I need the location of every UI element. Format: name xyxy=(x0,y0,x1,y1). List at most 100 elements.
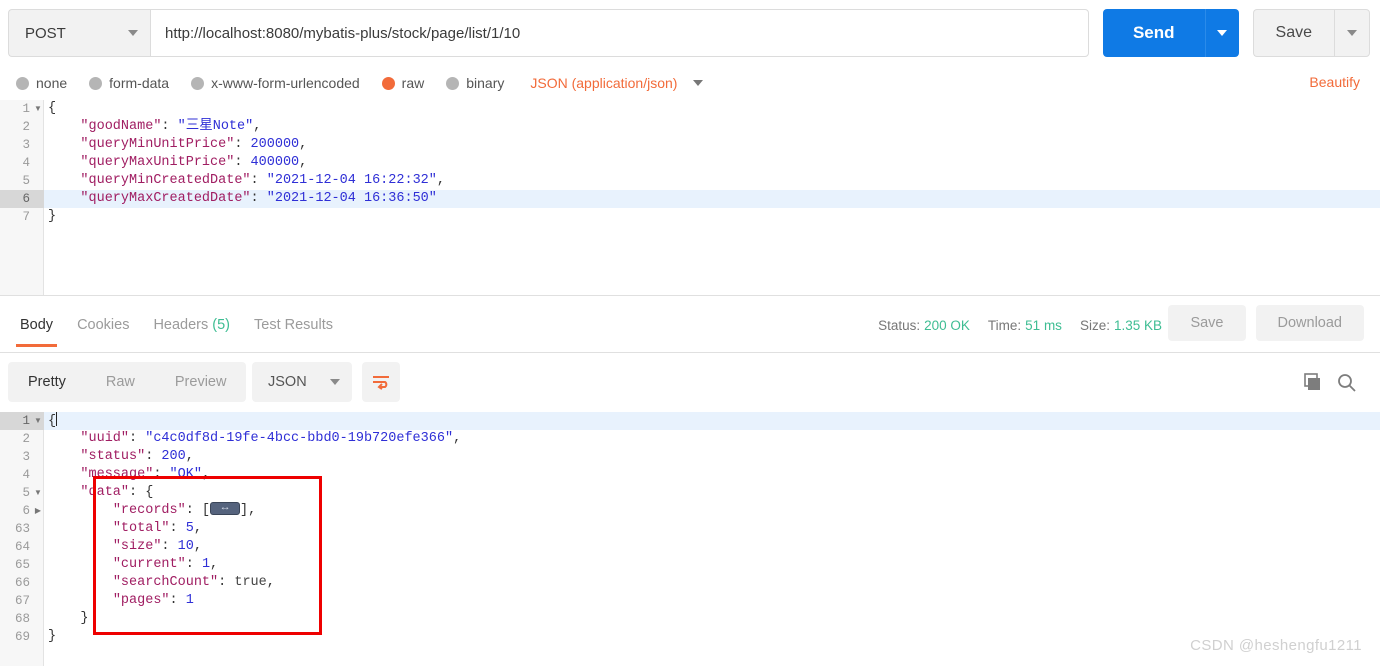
tab-label: Body xyxy=(20,317,54,333)
content-type-label: JSON (application/json) xyxy=(530,75,678,91)
code-line[interactable]: 63 "total": 5, xyxy=(0,520,1380,538)
http-method-label: POST xyxy=(25,24,66,42)
response-format-label: JSON xyxy=(268,374,307,390)
http-method-dropdown[interactable]: POST xyxy=(8,9,150,57)
tab-cookies[interactable]: Cookies xyxy=(65,303,141,347)
status-label: Status: xyxy=(878,317,921,333)
word-wrap-button[interactable] xyxy=(362,362,400,402)
radio-icon xyxy=(191,76,205,90)
chevron-down-icon xyxy=(1347,30,1357,36)
code-line[interactable]: 3 "status": 200, xyxy=(0,448,1380,466)
code-line[interactable]: 3 "queryMinUnitPrice": 200000, xyxy=(0,136,1380,154)
code-line[interactable]: 4 "queryMaxUnitPrice": 400000, xyxy=(0,154,1380,172)
response-status-group: Status: 200 OK Time: 51 ms Size: 1.35 KB xyxy=(878,303,1162,347)
body-type-raw[interactable]: raw xyxy=(381,75,424,91)
code-line[interactable]: 66 "searchCount": true, xyxy=(0,574,1380,592)
code-text: "searchCount": true, xyxy=(112,575,275,590)
code-line[interactable]: 69} xyxy=(0,628,1380,646)
copy-button[interactable] xyxy=(1302,372,1324,399)
body-type-urlencoded[interactable]: x-www-form-urlencoded xyxy=(191,75,360,91)
code-line[interactable]: 6 "queryMaxCreatedDate": "2021-12-04 16:… xyxy=(0,190,1380,208)
download-response-button[interactable]: Download xyxy=(1255,305,1364,341)
radio-icon xyxy=(446,76,460,90)
search-button[interactable] xyxy=(1336,372,1358,399)
body-type-form-data[interactable]: form-data xyxy=(89,75,169,91)
content-type-dropdown[interactable]: JSON (application/json) xyxy=(526,75,704,91)
code-text: "queryMaxUnitPrice": 400000, xyxy=(80,155,308,170)
watermark-text: CSDN @heshengfu1211 xyxy=(1190,637,1362,654)
save-response-button[interactable]: Save xyxy=(1168,305,1246,341)
radio-selected-icon xyxy=(381,76,395,90)
request-body-editor[interactable]: 1 ▼ {2 "goodName": "三星Note", 3 "queryMinUni… xyxy=(0,100,1380,296)
send-button-group: Send xyxy=(1102,9,1239,57)
response-format-toolbar: Pretty Raw Preview JSON xyxy=(0,358,1380,410)
search-icon xyxy=(1338,374,1356,392)
fold-toggle-icon[interactable]: ▼ xyxy=(33,412,43,430)
line-number: 2 xyxy=(22,120,30,134)
radio-icon xyxy=(89,76,103,90)
code-text: "queryMinCreatedDate": "2021-12-04 16:22… xyxy=(80,173,445,188)
code-line[interactable]: 67 "pages": 1 xyxy=(0,592,1380,610)
code-text: "data": { xyxy=(80,485,154,500)
line-number: 6 xyxy=(22,192,30,206)
status-value: 200 OK xyxy=(924,317,970,333)
code-line[interactable]: 5 ▼ "data": { xyxy=(0,484,1380,502)
code-text: "total": 5, xyxy=(112,521,202,536)
chevron-down-icon xyxy=(1217,30,1228,36)
send-button[interactable]: Send xyxy=(1102,9,1205,57)
line-number: 1 xyxy=(22,102,30,116)
code-text: } xyxy=(48,209,57,224)
request-code-lines: 1 ▼ {2 "goodName": "三星Note", 3 "queryMinUni… xyxy=(0,100,1380,226)
line-number: 68 xyxy=(14,612,30,626)
fold-toggle-icon[interactable]: ▶ xyxy=(33,502,43,520)
save-request-button[interactable]: Save xyxy=(1252,9,1334,57)
code-line[interactable]: 68 } xyxy=(0,610,1380,628)
view-mode-segment-group: Pretty Raw Preview xyxy=(8,362,247,402)
headers-count-badge: (5) xyxy=(212,317,230,333)
code-text: "uuid": "c4c0df8d-19fe-4bcc-bbd0-19b720e… xyxy=(80,431,462,446)
code-text: "size": 10, xyxy=(112,539,202,554)
line-number: 3 xyxy=(22,138,30,152)
request-url-input[interactable]: http://localhost:8080/mybatis-plus/stock… xyxy=(150,9,1089,57)
code-text: { xyxy=(48,101,57,116)
fold-toggle-icon[interactable]: ▼ xyxy=(33,484,43,502)
chevron-down-icon xyxy=(128,30,138,36)
collapsed-array-badge[interactable] xyxy=(210,501,241,515)
body-type-binary[interactable]: binary xyxy=(446,75,504,91)
code-text: "records": [], xyxy=(48,501,256,520)
view-mode-pretty[interactable]: Pretty xyxy=(8,362,86,402)
response-format-dropdown[interactable]: JSON xyxy=(252,362,352,402)
beautify-button[interactable]: Beautify xyxy=(1309,74,1360,90)
code-text: "current": 1, xyxy=(112,557,219,572)
code-line[interactable]: 65 "current": 1, xyxy=(0,556,1380,574)
body-type-none[interactable]: none xyxy=(16,75,67,91)
response-action-buttons: Save Download xyxy=(1168,305,1364,341)
tab-label: Headers xyxy=(153,317,209,333)
line-number: 4 xyxy=(22,156,30,170)
tab-body[interactable]: Body xyxy=(8,303,65,347)
line-number: 2 xyxy=(22,432,30,446)
code-line[interactable]: 1 ▼ { xyxy=(0,412,1380,430)
fold-toggle-icon[interactable]: ▼ xyxy=(33,100,43,118)
code-line[interactable]: 7} xyxy=(0,208,1380,226)
code-line[interactable]: 64 "size": 10, xyxy=(0,538,1380,556)
code-line[interactable]: 1 ▼ { xyxy=(0,100,1380,118)
code-line[interactable]: 2 "goodName": "三星Note", xyxy=(0,118,1380,136)
body-type-label: binary xyxy=(466,75,505,91)
code-text: "queryMaxCreatedDate": "2021-12-04 16:36… xyxy=(80,191,437,206)
tab-headers[interactable]: Headers (5) xyxy=(141,303,242,347)
code-line[interactable]: 6▶ "records": [], xyxy=(0,501,1380,520)
tab-test-results[interactable]: Test Results xyxy=(242,303,345,347)
chevron-down-icon xyxy=(693,80,704,86)
response-body-editor[interactable]: 1 ▼{2 "uuid": "c4c0df8d-19fe-4bcc-bbd0-19… xyxy=(0,412,1380,666)
code-line[interactable]: 5 "queryMinCreatedDate": "2021-12-04 16:… xyxy=(0,172,1380,190)
view-mode-preview[interactable]: Preview xyxy=(155,362,247,402)
code-line[interactable]: 4 "message": "OK", xyxy=(0,466,1380,484)
code-line[interactable]: 2 "uuid": "c4c0df8d-19fe-4bcc-bbd0-19b72… xyxy=(0,430,1380,448)
body-type-label: form-data xyxy=(109,75,170,91)
send-options-button[interactable] xyxy=(1204,9,1239,57)
save-options-button[interactable] xyxy=(1334,9,1370,57)
view-mode-raw[interactable]: Raw xyxy=(86,362,155,402)
line-number: 3 xyxy=(22,450,30,464)
word-wrap-icon xyxy=(373,376,389,390)
